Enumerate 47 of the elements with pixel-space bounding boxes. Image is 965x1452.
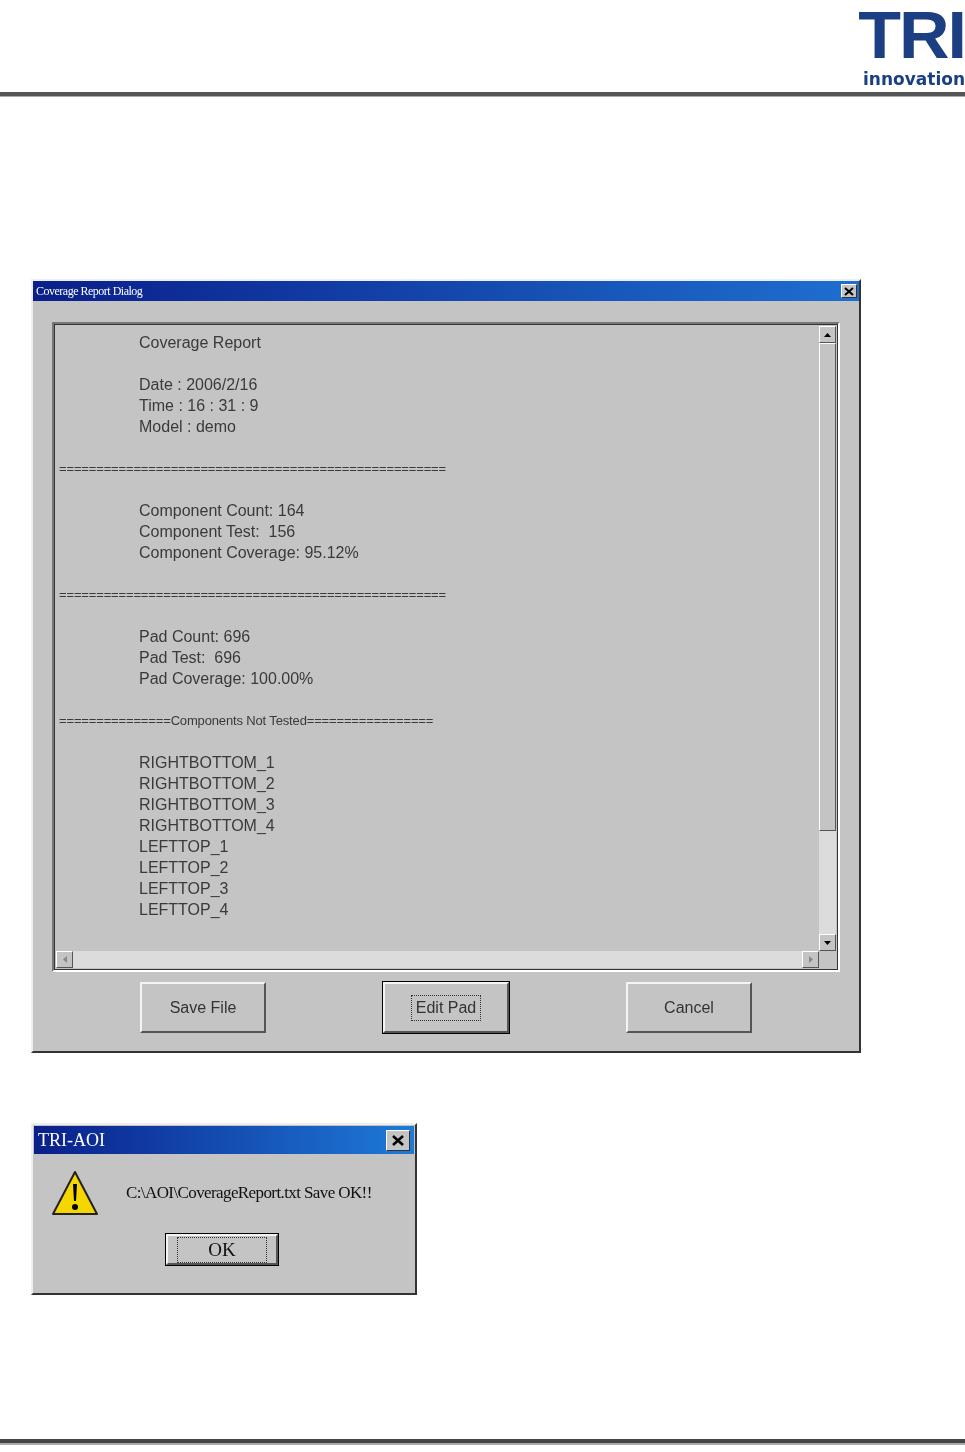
cancel-button[interactable]: Cancel: [626, 982, 752, 1033]
report-line: RIGHTBOTTOM_2: [138, 774, 276, 794]
down-arrow-icon: [824, 940, 831, 945]
report-line: Pad Coverage: 100.00%: [138, 669, 315, 689]
report-line: Time : 16 : 31 : 9: [138, 396, 260, 416]
window-title: TRI-AOI: [38, 1129, 105, 1151]
scroll-thumb[interactable]: [819, 343, 836, 831]
report-line: Component Count: 164: [138, 501, 306, 521]
report-line: Component Coverage: 95.12%: [138, 543, 360, 563]
report-line: Date : 2006/2/16: [138, 375, 259, 395]
warning-icon: [52, 1170, 98, 1216]
right-arrow-icon: [808, 956, 813, 963]
report-line: LEFTTOP_3: [138, 879, 230, 899]
report-line: LEFTTOP_1: [138, 837, 230, 857]
scroll-down-button[interactable]: [819, 934, 836, 951]
horizontal-scrollbar[interactable]: [56, 951, 819, 968]
close-icon: [392, 1134, 404, 1146]
separator-line: ====================================================: [59, 460, 447, 478]
report-line: Pad Count: 696: [138, 627, 252, 647]
report-line: LEFTTOP_2: [138, 858, 230, 878]
close-button[interactable]: [841, 284, 857, 298]
report-line: LEFTTOP_4: [138, 900, 230, 920]
close-icon: [844, 286, 854, 296]
report-line: Model : demo: [138, 417, 237, 437]
scroll-right-button[interactable]: [802, 951, 819, 968]
close-button[interactable]: [386, 1129, 410, 1151]
separator-line: ===============Components Not Tested=================: [59, 712, 435, 730]
report-line: Pad Test: 696: [138, 648, 242, 668]
message-text: C:\AOI\CoverageReport.txt Save OK!!: [126, 1183, 372, 1203]
vertical-scrollbar[interactable]: [819, 326, 836, 951]
logo-letters: TRI: [858, 1, 965, 69]
up-arrow-icon: [824, 332, 831, 337]
report-line: Component Test: 156: [138, 522, 297, 542]
report-text-area[interactable]: [52, 322, 840, 972]
report-line: RIGHTBOTTOM_3: [138, 795, 276, 815]
report-line: RIGHTBOTTOM_4: [138, 816, 276, 836]
report-line: Coverage Report: [138, 333, 262, 353]
ok-button[interactable]: OK: [166, 1234, 278, 1265]
window-title: Coverage Report Dialog: [36, 283, 143, 299]
separator-line: ====================================================: [59, 586, 447, 604]
scroll-up-button[interactable]: [819, 326, 836, 343]
left-arrow-icon: [62, 956, 67, 963]
report-line: RIGHTBOTTOM_1: [138, 753, 276, 773]
scroll-left-button[interactable]: [56, 951, 73, 968]
edit-pad-button[interactable]: Edit Pad: [383, 982, 509, 1033]
save-file-button[interactable]: Save File: [140, 982, 266, 1033]
logo-tagline: innovation: [863, 70, 965, 88]
